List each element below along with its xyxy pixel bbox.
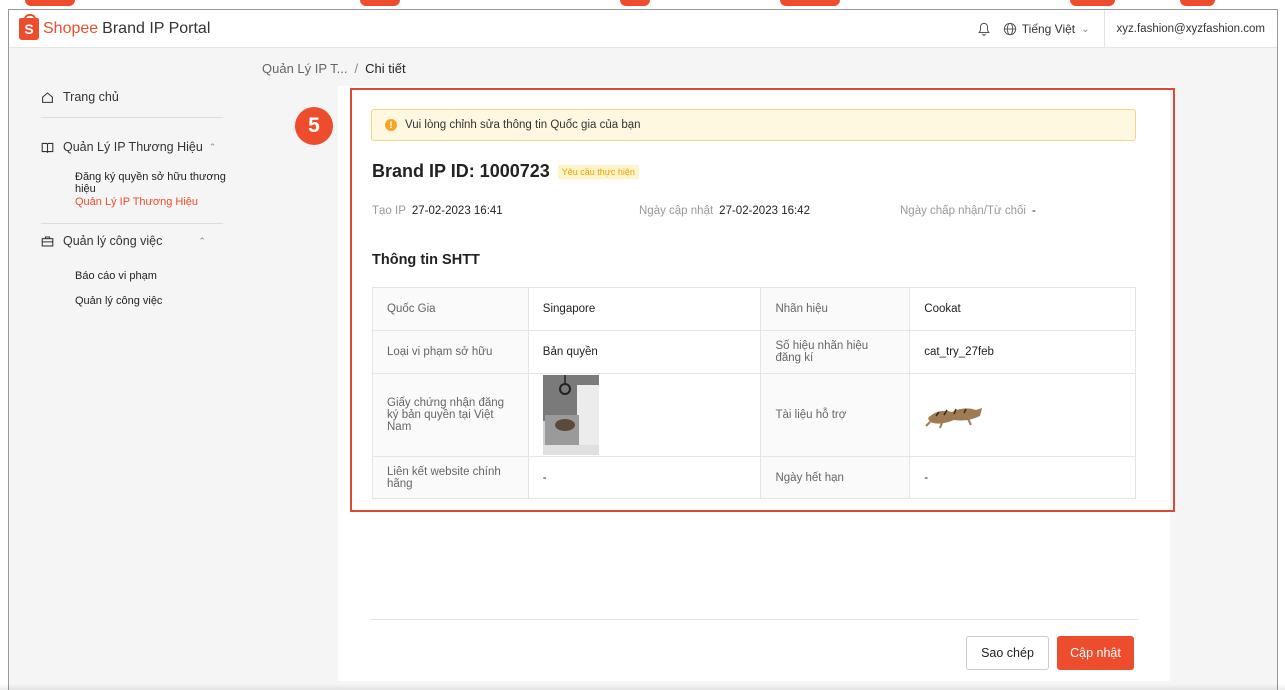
shopee-bag-icon: S — [19, 14, 39, 40]
trademark-value: Cookat — [909, 287, 1136, 331]
meta-updated-value: 27-02-2023 16:42 — [719, 205, 810, 217]
meta-decision-label: Ngày chấp nhận/Từ chối — [900, 205, 1026, 217]
top-decoration — [0, 0, 1285, 9]
sidebar-group-work[interactable]: Quản lý công việc ⌃ — [41, 234, 206, 248]
certificate-label: Giấy chứng nhận đăng ký bản quyền tại Vi… — [372, 373, 529, 457]
support-document-image[interactable] — [924, 400, 984, 430]
sidebar-item-manage-brand-ip[interactable]: Quản Lý IP Thương Hiệu — [75, 196, 198, 208]
warning-alert: ! Vui lòng chỉnh sửa thông tin Quốc gia … — [371, 109, 1136, 141]
expiry-label: Ngày hết hạn — [760, 456, 911, 499]
section-title: Thông tin SHTT — [372, 252, 480, 268]
meta-updated-label: Ngày cập nhật — [639, 205, 714, 217]
logo-portal-text: Brand IP Portal — [102, 20, 211, 37]
sidebar-divider — [41, 117, 223, 118]
update-button[interactable]: Cập nhật — [1057, 636, 1134, 670]
table-row: Loại vi phạm sở hữu Bản quyền Số hiệu nh… — [372, 330, 1136, 374]
sidebar-item-task-management[interactable]: Quản lý công việc — [75, 295, 162, 307]
bell-icon[interactable] — [977, 22, 991, 36]
meta-created-label: Tạo IP — [372, 205, 406, 217]
table-row: Quốc Gia Singapore Nhãn hiệu Cookat — [372, 287, 1136, 331]
top-header: S Shopee Brand IP Portal Tiếng Việt ⌄ xy… — [9, 10, 1277, 48]
regno-label: Số hiệu nhãn hiệu đăng kí — [760, 330, 911, 374]
sidebar-group-label: Quản Lý IP Thương Hiệu — [63, 140, 203, 154]
chevron-up-icon: ⌃ — [198, 235, 206, 246]
home-icon — [42, 91, 53, 103]
alert-text: Vui lòng chỉnh sửa thông tin Quốc gia củ… — [405, 119, 641, 131]
copy-button[interactable]: Sao chép — [966, 636, 1049, 670]
book-icon — [41, 142, 54, 153]
sidebar-item-register-brand[interactable]: Đăng ký quyền sở hữu thương hiệu — [75, 171, 239, 195]
warning-icon: ! — [385, 119, 397, 131]
meta-updated: Ngày cập nhật 27-02-2023 16:42 — [639, 205, 810, 217]
logo-shopee-text: Shopee — [43, 20, 99, 37]
certificate-value — [527, 373, 762, 457]
footer-divider — [370, 619, 1138, 620]
table-row: Liên kết website chính hãng - Ngày hết h… — [372, 456, 1136, 499]
country-label: Quốc Gia — [372, 287, 529, 331]
sidebar: Trang chủ Quản Lý IP Thương Hiệu ⌃ Đăng … — [9, 48, 239, 690]
sidebar-divider — [41, 223, 223, 224]
support-label: Tài liệu hỗ trợ — [760, 373, 911, 457]
breadcrumb: Quản Lý IP T... / Chi tiết — [262, 61, 406, 76]
sidebar-item-violation-report[interactable]: Báo cáo vi phạm — [75, 270, 157, 282]
language-selector[interactable]: Tiếng Việt ⌄ — [1003, 22, 1104, 36]
account-email[interactable]: xyz.fashion@xyzfashion.com — [1103, 10, 1277, 48]
breadcrumb-separator: / — [354, 61, 359, 76]
chevron-down-icon: ⌄ — [1081, 23, 1090, 35]
shopee-logo[interactable]: S Shopee Brand IP Portal — [19, 14, 211, 40]
meta-decision-value: - — [1031, 205, 1036, 217]
meta-created: Tạo IP 27-02-2023 16:41 — [372, 205, 503, 217]
website-value: - — [527, 456, 762, 499]
step-number-badge: 5 — [295, 107, 333, 145]
sidebar-item-home[interactable]: Trang chủ — [41, 90, 119, 104]
meta-decision: Ngày chấp nhận/Từ chối - — [900, 205, 1036, 217]
breadcrumb-current: Chi tiết — [365, 61, 406, 76]
sidebar-group-label: Quản lý công việc — [63, 234, 163, 248]
violation-label: Loại vi phạm sở hữu — [372, 330, 529, 374]
meta-created-value: 27-02-2023 16:41 — [411, 205, 503, 217]
website-label: Liên kết website chính hãng — [372, 456, 529, 499]
violation-value: Bản quyền — [527, 330, 762, 374]
page-title: Brand IP ID: 1000723 — [372, 161, 550, 181]
language-label: Tiếng Việt — [1021, 22, 1076, 36]
support-value — [909, 373, 1136, 457]
ip-info-table: Quốc Gia Singapore Nhãn hiệu Cookat Loại… — [372, 287, 1136, 499]
globe-icon — [1003, 22, 1016, 36]
certificate-image[interactable] — [542, 375, 599, 455]
bottom-shadow — [0, 684, 1285, 690]
table-row: Giấy chứng nhận đăng ký bản quyền tại Vi… — [372, 373, 1136, 457]
trademark-label: Nhãn hiệu — [760, 287, 911, 331]
regno-value: cat_try_27feb — [909, 330, 1136, 374]
chevron-up-icon: ⌃ — [208, 141, 217, 152]
sidebar-group-brand-ip[interactable]: Quản Lý IP Thương Hiệu ⌃ — [41, 140, 216, 154]
country-value: Singapore — [527, 287, 762, 331]
brand-title-row: Brand IP ID: 1000723 Yêu cầu thực hiện — [372, 161, 639, 182]
expiry-value: - — [909, 456, 1136, 499]
sidebar-home-label: Trang chủ — [63, 90, 119, 104]
breadcrumb-parent[interactable]: Quản Lý IP T... — [262, 61, 348, 76]
briefcase-icon — [41, 236, 54, 246]
status-badge: Yêu cầu thực hiện — [557, 164, 639, 179]
